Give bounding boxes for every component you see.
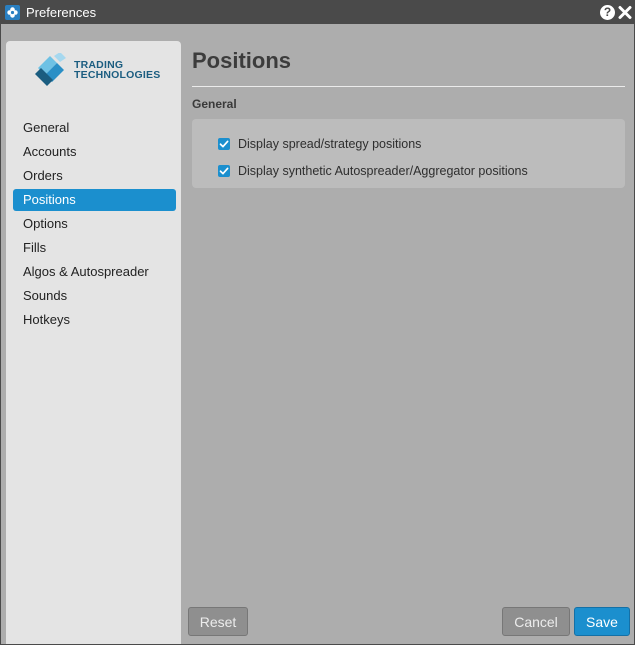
logo-line-2: TECHNOLOGIES xyxy=(74,69,161,81)
title-divider xyxy=(192,86,625,87)
title-bar: Preferences ? xyxy=(1,1,634,24)
save-button[interactable]: Save xyxy=(574,607,630,636)
sidebar-item-accounts[interactable]: Accounts xyxy=(13,141,176,163)
sidebar-nav: General Accounts Orders Positions Option… xyxy=(13,117,176,333)
main-panel: Positions General Display spread/strateg… xyxy=(183,24,634,644)
tt-diamond-logo xyxy=(35,52,66,86)
sidebar-item-orders[interactable]: Orders xyxy=(13,165,176,187)
sidebar-item-general[interactable]: General xyxy=(13,117,176,139)
preferences-window: Preferences ? TRADING TECHNOLOGIES Gener… xyxy=(0,0,635,645)
page-title: Positions xyxy=(192,48,292,73)
sidebar-item-fills[interactable]: Fills xyxy=(13,237,176,259)
sidebar-item-positions[interactable]: Positions xyxy=(13,189,176,211)
question-icon[interactable]: ? xyxy=(600,5,615,20)
checkbox-synthetic-positions[interactable] xyxy=(218,165,230,177)
window-title: Preferences xyxy=(26,5,97,20)
tt-flower-icon xyxy=(5,5,20,20)
sidebar: TRADING TECHNOLOGIES General Accounts Or… xyxy=(6,41,181,644)
option-label: Display spread/strategy positions xyxy=(238,137,422,151)
option-label: Display synthetic Autospreader/Aggregato… xyxy=(238,164,528,178)
reset-button[interactable]: Reset xyxy=(188,607,248,636)
checkbox-spread-strategy-positions[interactable] xyxy=(218,138,230,150)
close-icon[interactable] xyxy=(618,5,632,20)
cancel-button[interactable]: Cancel xyxy=(502,607,570,636)
sidebar-item-algos-autospreader[interactable]: Algos & Autospreader xyxy=(13,261,176,283)
tt-logo: TRADING TECHNOLOGIES xyxy=(34,52,164,87)
sidebar-item-sounds[interactable]: Sounds xyxy=(13,285,176,307)
logo-text: TRADING TECHNOLOGIES xyxy=(74,60,161,81)
sidebar-item-options[interactable]: Options xyxy=(13,213,176,235)
checkmark-icon xyxy=(219,167,229,175)
sidebar-item-hotkeys[interactable]: Hotkeys xyxy=(13,309,176,331)
section-heading-general: General xyxy=(192,97,237,111)
options-group: Display spread/strategy positions Displa… xyxy=(192,119,625,188)
checkmark-icon xyxy=(219,140,229,148)
